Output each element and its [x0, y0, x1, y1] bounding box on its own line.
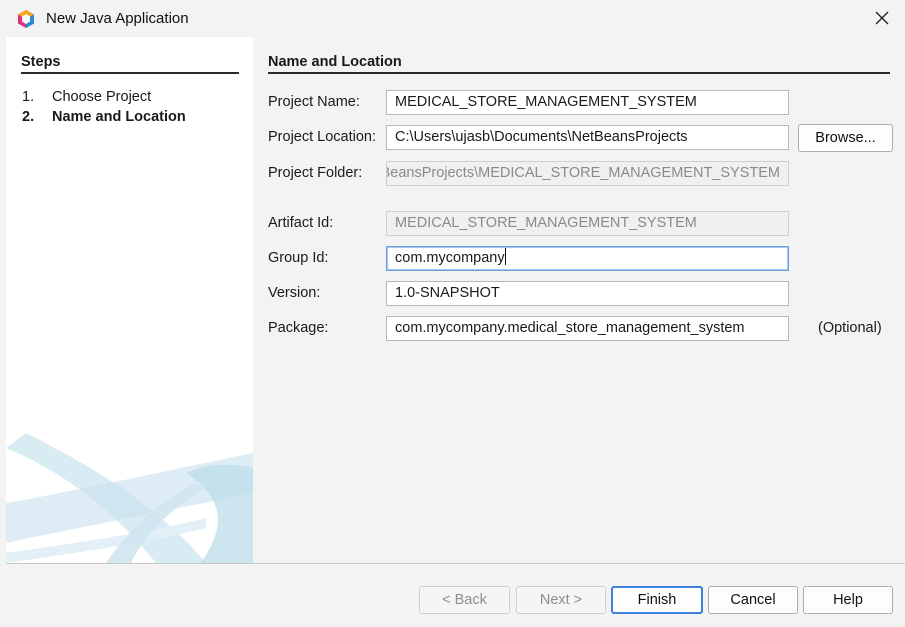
project-name-label: Project Name:	[268, 94, 360, 110]
help-button[interactable]: Help	[803, 586, 893, 614]
project-folder-field: C:\Users\ujasb\Documents\NetBeansProject…	[386, 161, 789, 186]
finish-button[interactable]: Finish	[611, 586, 703, 614]
name-and-location-panel: Name and Location Project Name: MEDICAL_…	[253, 37, 905, 563]
back-button[interactable]: < Back	[419, 586, 510, 614]
step-label: Choose Project	[52, 89, 152, 105]
title-bar: New Java Application	[0, 0, 905, 37]
step-number: 2.	[22, 109, 35, 125]
step-item-choose-project: 1. Choose Project	[22, 89, 186, 109]
text-cursor	[504, 248, 506, 265]
close-icon	[875, 11, 889, 25]
group-id-value: com.mycompany	[395, 250, 505, 266]
group-id-label: Group Id:	[268, 250, 329, 266]
project-location-label: Project Location:	[268, 129, 377, 145]
step-item-name-and-location: 2. Name and Location	[22, 109, 186, 129]
project-folder-label: Project Folder:	[268, 165, 363, 181]
steps-panel: Steps 1. Choose Project 2. Name and Loca…	[6, 37, 253, 563]
next-button[interactable]: Next >	[516, 586, 606, 614]
artifact-id-field: MEDICAL_STORE_MANAGEMENT_SYSTEM	[386, 211, 789, 236]
netbeans-logo-icon	[18, 10, 34, 28]
package-optional-note: (Optional)	[818, 320, 882, 336]
browse-button[interactable]: Browse...	[798, 124, 893, 152]
version-label: Version:	[268, 285, 321, 301]
close-button[interactable]	[859, 0, 905, 36]
project-folder-value: C:\Users\ujasb\Documents\NetBeansProject…	[387, 165, 780, 181]
package-label: Package:	[268, 320, 329, 336]
new-java-application-dialog: New Java Application Steps 1. Choose Pro…	[0, 0, 905, 627]
group-id-field[interactable]: com.mycompany	[386, 246, 789, 271]
artifact-id-label: Artifact Id:	[268, 215, 334, 231]
steps-list: 1. Choose Project 2. Name and Location	[22, 89, 186, 129]
cancel-button[interactable]: Cancel	[708, 586, 798, 614]
step-label: Name and Location	[52, 109, 186, 125]
project-location-field[interactable]: C:\Users\ujasb\Documents\NetBeansProject…	[386, 125, 789, 150]
button-bar: < Back Next > Finish Cancel Help	[6, 564, 905, 627]
steps-title: Steps	[21, 54, 239, 74]
decorative-swoosh-graphic	[6, 433, 253, 563]
section-title: Name and Location	[268, 54, 890, 74]
window-title: New Java Application	[46, 10, 189, 27]
package-field[interactable]: com.mycompany.medical_store_management_s…	[386, 316, 789, 341]
step-number: 1.	[22, 89, 35, 105]
version-field[interactable]: 1.0-SNAPSHOT	[386, 281, 789, 306]
project-name-field[interactable]: MEDICAL_STORE_MANAGEMENT_SYSTEM	[386, 90, 789, 115]
